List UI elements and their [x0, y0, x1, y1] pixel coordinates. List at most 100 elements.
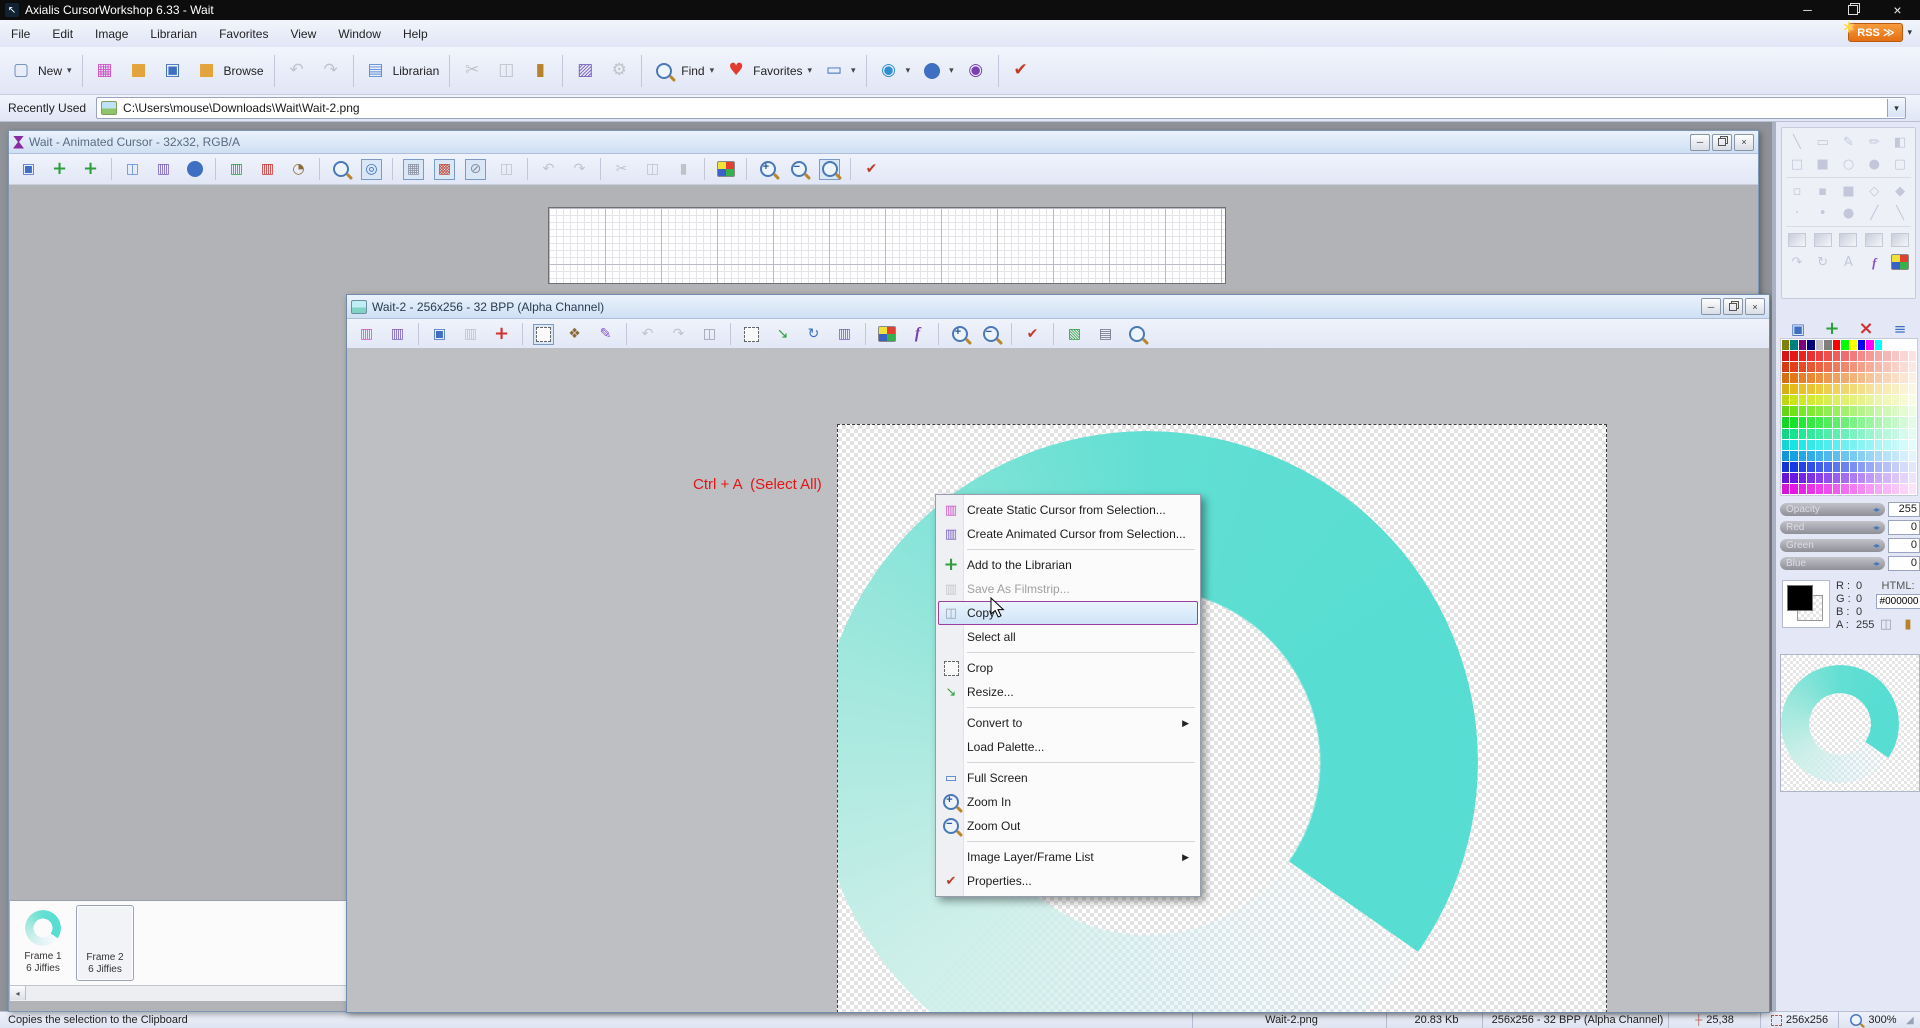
close-button[interactable]: × [1875, 0, 1920, 20]
palette-cell[interactable] [1909, 462, 1916, 472]
palette-cell[interactable] [1875, 340, 1882, 350]
palette-cell[interactable] [1850, 440, 1857, 450]
rss-dropdown-icon[interactable]: ▾ [1907, 27, 1912, 38]
frame-item[interactable]: Frame 2 6 Jiffies [76, 905, 134, 981]
wait-close-button[interactable]: × [1734, 134, 1754, 151]
palette-cell[interactable] [1799, 351, 1806, 361]
slider-spin-arrows-icon[interactable]: ◂▸ [1873, 523, 1879, 532]
help-button[interactable]: ▾ [915, 52, 959, 90]
foreground-color-swatch[interactable] [1787, 585, 1813, 611]
menu-item-create-static-cursor-from-selection[interactable]: ▥ Create Static Cursor from Selection...… [938, 498, 1198, 522]
menubar-item-help[interactable]: Help [392, 22, 439, 46]
palette-cell[interactable] [1799, 362, 1806, 372]
palette-cell[interactable] [1858, 429, 1865, 439]
tool-pencil[interactable]: ✎ [1836, 132, 1860, 152]
undo-button[interactable]: ↶ ▾ [533, 150, 564, 188]
palette-cell[interactable] [1892, 384, 1899, 394]
palette-cell[interactable] [1850, 373, 1857, 383]
palette-cell[interactable] [1909, 384, 1916, 394]
palette-cell[interactable] [1909, 362, 1916, 372]
palette-cell[interactable] [1816, 451, 1823, 461]
palette-cell[interactable] [1883, 362, 1890, 372]
palette-cell[interactable] [1841, 417, 1848, 427]
menu-item-select-all[interactable]: Select all ▶ [938, 625, 1198, 649]
palette-cell[interactable] [1816, 373, 1823, 383]
palette-cell[interactable] [1782, 373, 1789, 383]
palette-cell[interactable] [1850, 462, 1857, 472]
brush-size-1[interactable]: ▫ [1785, 181, 1809, 201]
wait2-minimize-button[interactable]: ─ [1701, 298, 1721, 315]
palette-cell[interactable] [1799, 406, 1806, 416]
palette-cell[interactable] [1858, 484, 1865, 494]
minimize-button[interactable]: ─ [1785, 0, 1830, 20]
palette-cell[interactable] [1850, 351, 1857, 361]
palette-cell[interactable] [1858, 340, 1865, 350]
palette-cell[interactable] [1833, 373, 1840, 383]
palette-cell[interactable] [1850, 406, 1857, 416]
palette-cell[interactable] [1892, 406, 1899, 416]
palette-cell[interactable] [1824, 384, 1831, 394]
palette-cell[interactable] [1858, 440, 1865, 450]
palette-cell[interactable] [1833, 351, 1840, 361]
timer-button[interactable]: ◔ ▾ [283, 150, 314, 188]
colors-tool[interactable] [1888, 252, 1912, 272]
palette-cell[interactable] [1883, 395, 1890, 405]
menubar-item-file[interactable]: File [0, 22, 41, 46]
palette-cell[interactable] [1909, 340, 1916, 350]
dot-size-3[interactable]: ● [1836, 203, 1860, 223]
palette-cell[interactable] [1824, 429, 1831, 439]
palette-cell[interactable] [1841, 340, 1848, 350]
zoom-tool-button[interactable]: ▾ [814, 150, 845, 188]
film-add-button[interactable]: ▥ ▾ [221, 150, 252, 188]
palette-cell[interactable] [1866, 473, 1873, 483]
palette-cell[interactable] [1866, 417, 1873, 427]
palette-cell[interactable] [1866, 384, 1873, 394]
palette-cell[interactable] [1909, 406, 1916, 416]
slider-spin-arrows-icon[interactable]: ◂▸ [1873, 505, 1879, 514]
palette-cell[interactable] [1782, 484, 1789, 494]
menu-item-image-layer-frame-list[interactable]: Image Layer/Frame List ▶ [938, 845, 1198, 869]
palette-cell[interactable] [1841, 473, 1848, 483]
palette-cell[interactable] [1833, 362, 1840, 372]
palette-cell[interactable] [1799, 462, 1806, 472]
palette-cell[interactable] [1833, 429, 1840, 439]
palette-cell[interactable] [1816, 429, 1823, 439]
palette-cell[interactable] [1900, 462, 1907, 472]
palette-cell[interactable] [1782, 351, 1789, 361]
palette-cell[interactable] [1875, 384, 1882, 394]
shape-rounded-rect[interactable]: ▢ [1888, 154, 1912, 174]
palette-cell[interactable] [1900, 484, 1907, 494]
palette-cell[interactable] [1807, 429, 1814, 439]
menubar-item-image[interactable]: Image [84, 22, 139, 46]
palette-cell[interactable] [1883, 451, 1890, 461]
menu-item-zoom-in[interactable]: Zoom In ▶ [938, 790, 1198, 814]
palette-cell[interactable] [1841, 484, 1848, 494]
paste-color-button[interactable]: ▮ [1900, 616, 1916, 632]
palette-cell[interactable] [1883, 417, 1890, 427]
palette-cell[interactable] [1790, 384, 1797, 394]
palette-cell[interactable] [1858, 395, 1865, 405]
palette-cell[interactable] [1790, 417, 1797, 427]
palette-cell[interactable] [1841, 429, 1848, 439]
slider-value-field[interactable]: 0 [1888, 520, 1920, 535]
palette-cell[interactable] [1875, 462, 1882, 472]
copy-color-button[interactable]: ◫ [1878, 616, 1894, 632]
librarian-button[interactable]: ▤ Librarian ▾ [359, 52, 445, 90]
shape-ellipse-filled[interactable]: ● [1862, 154, 1886, 174]
fx-tool[interactable]: f [1862, 252, 1886, 272]
zoom-in-button[interactable]: ▾ [752, 150, 783, 188]
palette-cell[interactable] [1841, 462, 1848, 472]
duplicate-frame-button[interactable]: ◫ ▾ [117, 150, 148, 188]
palette-cell[interactable] [1900, 429, 1907, 439]
palette-cell[interactable] [1833, 451, 1840, 461]
palette-cell[interactable] [1799, 429, 1806, 439]
palette-cell[interactable] [1900, 384, 1907, 394]
palette-cell[interactable] [1892, 373, 1899, 383]
transform-rotate[interactable]: ↻ [1811, 252, 1835, 272]
palette-cell[interactable] [1900, 440, 1907, 450]
menubar-item-view[interactable]: View [279, 22, 327, 46]
palette-cell[interactable] [1909, 429, 1916, 439]
palette-cell[interactable] [1782, 340, 1789, 350]
palette-cell[interactable] [1875, 395, 1882, 405]
palette-cell[interactable] [1900, 395, 1907, 405]
